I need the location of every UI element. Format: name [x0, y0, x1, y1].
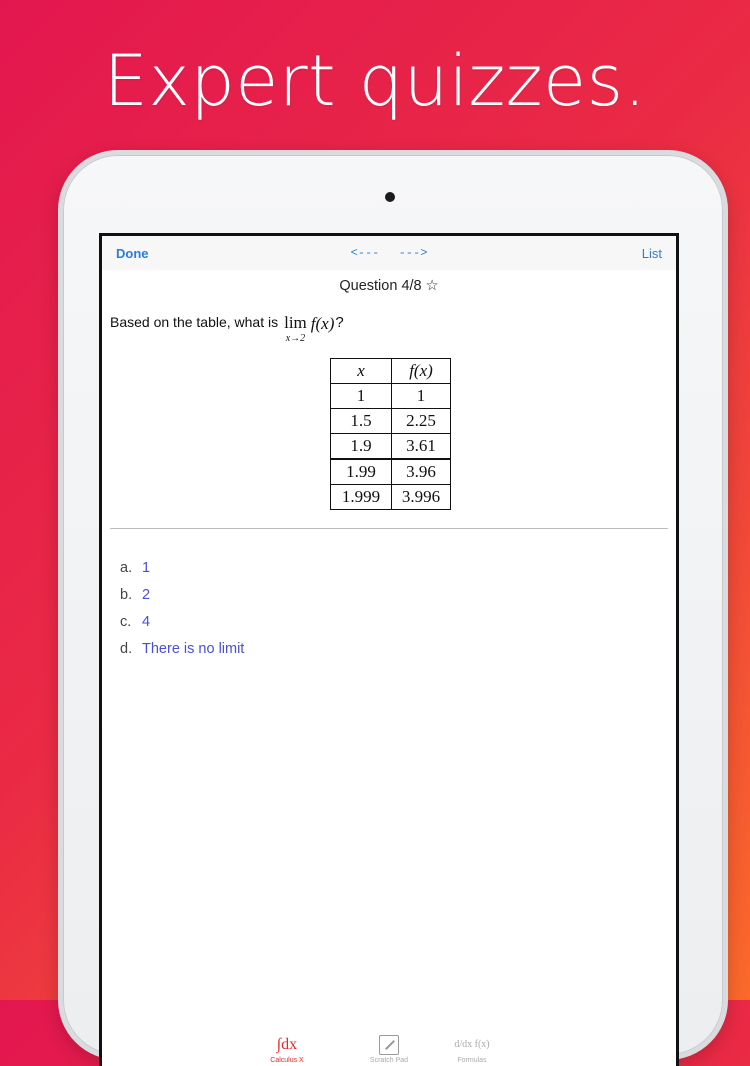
values-table: x f(x) 1 1 1.5 2.25 1.9 3.61 1.99 3.96 1…: [330, 358, 451, 510]
camera-icon: [385, 192, 395, 202]
answer-choice-c[interactable]: c. 4: [120, 608, 244, 635]
choice-text[interactable]: 4: [142, 614, 150, 630]
navigation-bar: Done <--- ---> List: [102, 236, 676, 270]
limit-expression: lim x→2: [284, 314, 307, 344]
table-cell: 3.61: [391, 433, 451, 460]
tab-calculus-x[interactable]: ∫dx Calculus X: [252, 1033, 322, 1064]
tab-label: Scratch Pad: [369, 1057, 409, 1064]
table-row: 1.999 3.996: [330, 484, 451, 510]
question-text: Based on the table, what is lim x→2 f(x)…: [110, 314, 344, 344]
table-header-cell: x: [330, 358, 392, 384]
tab-bar: ∫dx Calculus X Scratch Pad d/dx f(x) For…: [102, 1020, 676, 1066]
question-title: Question 4/8 ☆: [339, 278, 439, 294]
table-cell: 3.996: [391, 484, 451, 510]
table-row: 1.5 2.25: [330, 408, 451, 434]
choice-text[interactable]: 2: [142, 587, 150, 603]
choice-letter: c.: [120, 613, 132, 630]
table-cell: 1.999: [330, 484, 392, 510]
tab-formulas[interactable]: d/dx f(x) Formulas: [437, 1033, 507, 1064]
choice-letter: b.: [120, 586, 133, 603]
headline: Expert quizzes.: [103, 40, 647, 122]
choice-letter: a.: [120, 559, 133, 576]
table-cell: 1.5: [330, 408, 392, 434]
question-prompt: Based on the table, what is: [110, 314, 279, 330]
table-header-row: x f(x): [330, 358, 451, 384]
answer-choice-a[interactable]: a. 1: [120, 554, 244, 581]
question-mark: ?: [335, 314, 344, 331]
divider: [110, 528, 668, 529]
choice-text[interactable]: 1: [142, 560, 150, 576]
next-question-button[interactable]: --->: [393, 246, 434, 260]
table-cell: 2.25: [391, 408, 451, 434]
question-navigation: <--- --->: [102, 246, 676, 260]
table-cell: 1: [391, 383, 451, 409]
limit-word: lim: [284, 313, 307, 332]
scratch-pad-icon: [354, 1033, 424, 1057]
previous-question-button[interactable]: <---: [345, 246, 386, 260]
answer-choice-b[interactable]: b. 2: [120, 581, 244, 608]
function-expression: f(x): [310, 314, 335, 333]
ipad-device-frame: Done <--- ---> List Question 4/8 ☆ Based…: [58, 150, 728, 1066]
table-header-cell: f(x): [391, 358, 451, 384]
app-screen: Done <--- ---> List Question 4/8 ☆ Based…: [99, 233, 679, 1066]
table-cell: 3.96: [391, 458, 451, 485]
answer-choice-d[interactable]: d. There is no limit: [120, 635, 244, 662]
list-button[interactable]: List: [642, 246, 662, 261]
table-row: 1 1: [330, 383, 451, 409]
table-cell: 1.99: [330, 458, 392, 485]
table-row: 1.9 3.61: [330, 433, 451, 460]
table-cell: 1.9: [330, 433, 392, 460]
integral-dx-icon: ∫dx: [276, 1036, 298, 1053]
limit-subscript: x→2: [285, 333, 306, 344]
table-row: 1.99 3.96: [330, 458, 451, 485]
table-cell: 1: [330, 383, 392, 409]
derivative-icon: d/dx f(x): [454, 1039, 490, 1050]
tab-label: Calculus X: [270, 1057, 304, 1064]
choice-text[interactable]: There is no limit: [142, 641, 244, 657]
choice-letter: d.: [120, 640, 133, 657]
answer-choices: a. 1 b. 2 c. 4 d. There is no limit: [120, 554, 244, 662]
tab-scratch-pad[interactable]: Scratch Pad: [354, 1033, 424, 1064]
tab-label: Formulas: [457, 1057, 487, 1064]
